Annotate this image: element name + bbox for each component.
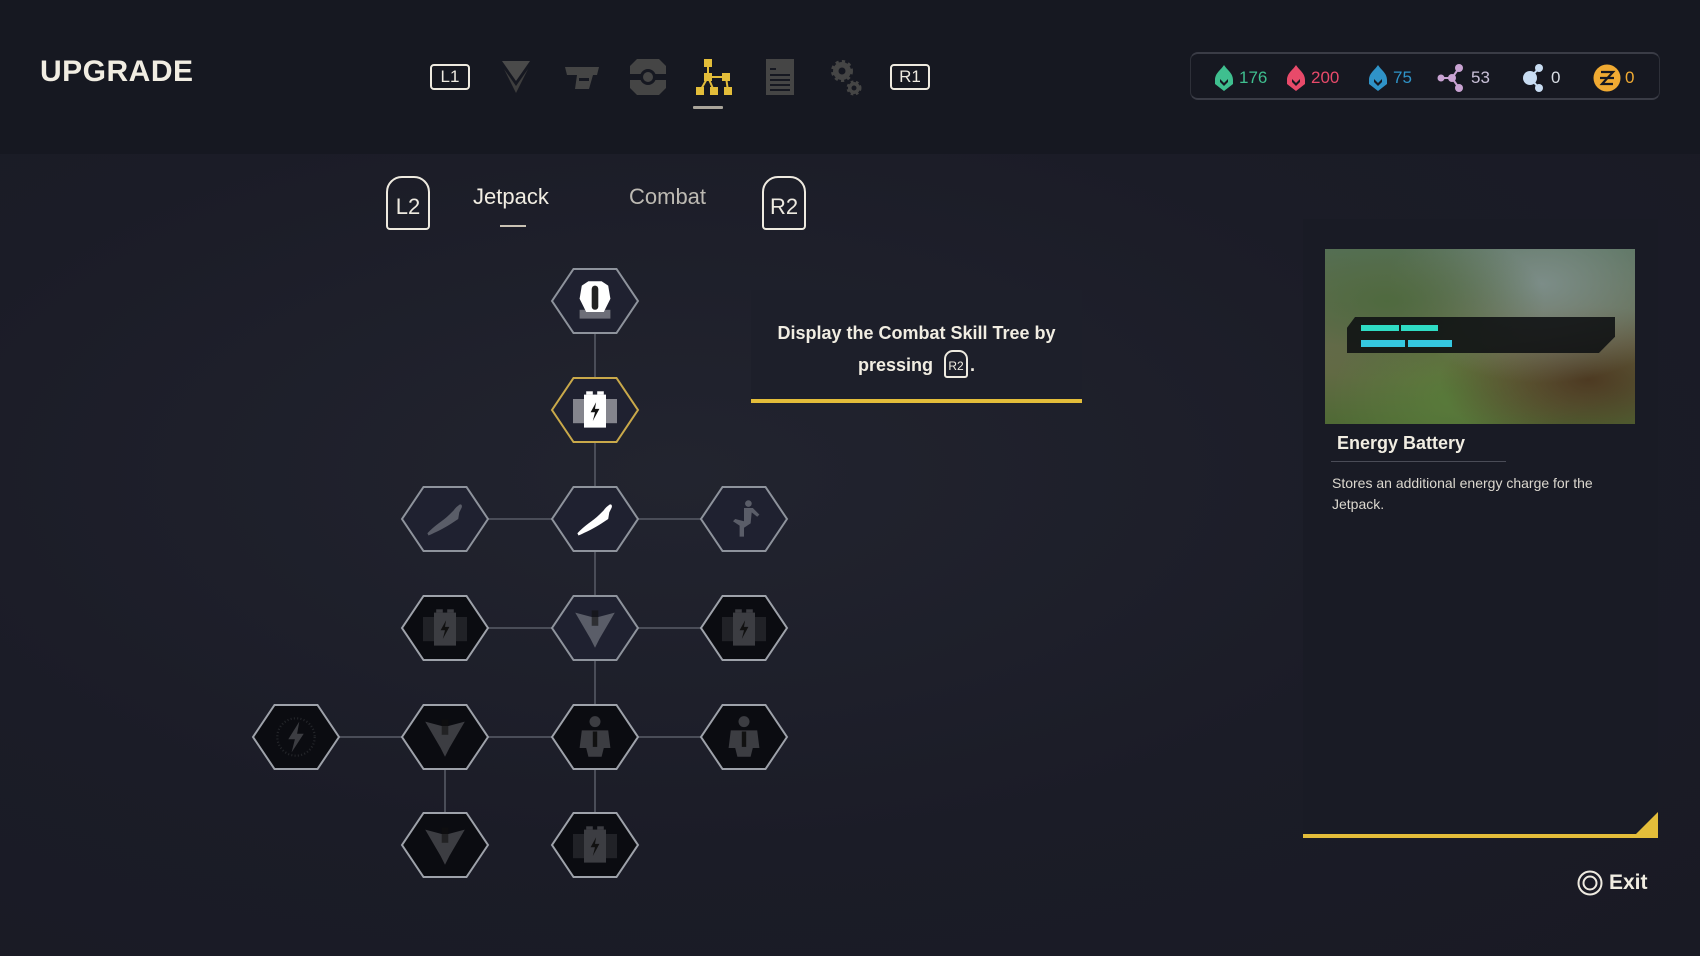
weapon-icon xyxy=(565,67,599,89)
exit-label: Exit xyxy=(1609,871,1648,894)
hint-text: Display the Combat Skill Tree by pressin… xyxy=(751,317,1082,382)
currency-red: 200 xyxy=(1285,64,1339,92)
currency-green: 176 xyxy=(1213,64,1267,92)
hint-text-main: Display the Combat Skill Tree by pressin… xyxy=(777,323,1056,375)
currency-blue: 75 xyxy=(1367,64,1412,92)
hud-charge-segment xyxy=(1361,340,1405,347)
nav-item-skill-tree[interactable] xyxy=(692,55,736,99)
chevron-emblem-icon xyxy=(502,61,530,93)
next-tab-trigger[interactable]: R2 xyxy=(762,176,806,230)
blue-flame-icon xyxy=(1369,65,1387,91)
tab-jetpack[interactable]: Jetpack xyxy=(473,184,549,210)
skill-preview-image xyxy=(1325,249,1635,424)
skill-tree-icon xyxy=(696,59,732,95)
skill-description: Stores an additional energy charge for t… xyxy=(1332,475,1593,512)
purple-node-icon xyxy=(1437,64,1463,92)
currency-z-coin-value: 0 xyxy=(1625,68,1635,87)
exit-button[interactable]: Exit xyxy=(1577,870,1648,896)
settings-gears-icon xyxy=(831,60,862,96)
currency-bar: 176 200 75 53 0 0 xyxy=(1190,52,1660,100)
currency-red-value: 200 xyxy=(1311,68,1340,87)
nav-item-emblem[interactable] xyxy=(494,55,538,99)
hud-charge-segment xyxy=(1408,340,1452,347)
page-title: UPGRADE xyxy=(40,55,194,88)
document-icon xyxy=(766,59,794,95)
gear-module-icon xyxy=(630,59,666,95)
currency-z-coin: 0 xyxy=(1593,64,1634,92)
jetpack-icon xyxy=(579,281,611,319)
tab-active-indicator xyxy=(500,225,526,227)
nav-item-weapons[interactable] xyxy=(560,55,604,99)
hint-accent-bar xyxy=(751,399,1082,403)
hint-box: Display the Combat Skill Tree by pressin… xyxy=(751,290,1082,402)
hud-energy-segment xyxy=(1401,325,1438,331)
skill-detail-panel: Energy Battery Stores an additional ener… xyxy=(1303,219,1658,835)
detail-accent-bar xyxy=(1303,834,1658,838)
currency-light-blue: 0 xyxy=(1521,64,1560,92)
prev-tab-trigger[interactable]: L2 xyxy=(386,176,430,230)
skill-tree-tabs: L2 Jetpack Combat R2 xyxy=(380,172,820,232)
currency-light-blue-value: 0 xyxy=(1551,68,1561,87)
light-blue-node-icon xyxy=(1523,64,1543,92)
hint-text-end: . xyxy=(970,355,976,375)
nav-item-settings[interactable] xyxy=(824,55,868,99)
green-flame-icon xyxy=(1215,65,1233,91)
z-coin-icon xyxy=(1593,64,1621,92)
currency-green-value: 176 xyxy=(1239,68,1268,87)
r1-button-label: R1 xyxy=(890,64,930,90)
red-flame-icon xyxy=(1287,65,1305,91)
title-underline xyxy=(1331,461,1506,462)
currency-blue-value: 75 xyxy=(1393,68,1412,87)
nav-prev-button[interactable]: L1 xyxy=(428,55,472,99)
nav-active-indicator xyxy=(693,106,723,109)
nav-item-log[interactable] xyxy=(758,55,802,99)
nav-next-button[interactable]: R1 xyxy=(888,55,932,99)
nav-item-modules[interactable] xyxy=(626,55,670,99)
currency-purple: 53 xyxy=(1437,64,1490,92)
hud-energy-segment xyxy=(1361,325,1399,331)
currency-purple-value: 53 xyxy=(1471,68,1490,87)
circle-button-icon xyxy=(1577,870,1603,896)
l1-button-label: L1 xyxy=(430,64,470,90)
r2-button-glyph: R2 xyxy=(944,350,969,379)
preview-hud xyxy=(1347,317,1615,353)
tab-combat[interactable]: Combat xyxy=(629,184,706,210)
skill-title: Energy Battery xyxy=(1337,433,1466,453)
